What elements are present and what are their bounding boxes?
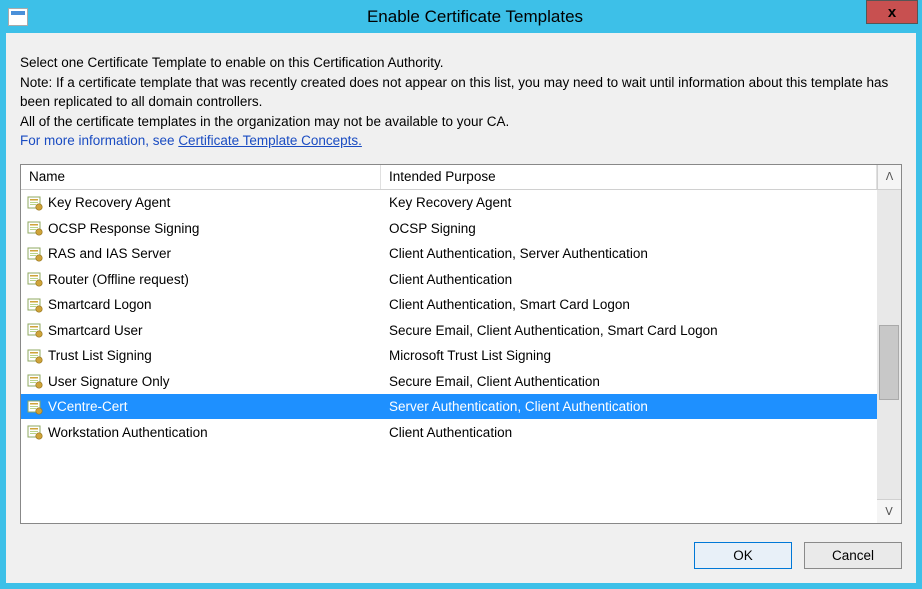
listview-header: Name Intended Purpose ᐱ [21, 165, 901, 190]
titlebar[interactable]: Enable Certificate Templates x [0, 0, 922, 33]
cell-name: Workstation Authentication [21, 424, 381, 440]
cell-name: OCSP Response Signing [21, 220, 381, 236]
cell-purpose: Client Authentication, Server Authentica… [381, 246, 877, 261]
table-row[interactable]: Router (Offline request) Client Authentic… [21, 266, 877, 292]
template-name-label: Router (Offline request) [48, 272, 189, 287]
certificate-template-icon [27, 195, 43, 211]
table-row[interactable]: OCSP Response Signing OCSP Signing [21, 215, 877, 241]
template-name-label: Trust List Signing [48, 348, 152, 363]
close-button[interactable]: x [866, 0, 918, 24]
dialog-button-row: OK Cancel [20, 542, 902, 569]
certificate-template-icon [27, 348, 43, 364]
certificate-template-icon [27, 220, 43, 236]
certificate-template-icon [27, 322, 43, 338]
template-name-label: VCentre-Cert [48, 399, 128, 414]
template-name-label: User Signature Only [48, 374, 170, 389]
certificate-template-icon [27, 246, 43, 262]
instructions-line2: Note: If a certificate template that was… [20, 73, 902, 112]
cell-purpose: Secure Email, Client Authentication [381, 374, 877, 389]
close-icon: x [888, 4, 896, 21]
cell-name: RAS and IAS Server [21, 246, 381, 262]
cell-purpose: Server Authentication, Client Authentica… [381, 399, 877, 414]
certificate-template-icon [27, 297, 43, 313]
table-row[interactable]: RAS and IAS Server Client Authentication,… [21, 241, 877, 267]
cell-name: Trust List Signing [21, 348, 381, 364]
cell-purpose: Key Recovery Agent [381, 195, 877, 210]
instructions-line3: All of the certificate templates in the … [20, 112, 902, 132]
cell-purpose: Client Authentication [381, 425, 877, 440]
chevron-up-icon: ᐱ [886, 170, 894, 183]
template-name-label: Smartcard Logon [48, 297, 152, 312]
cell-purpose: Secure Email, Client Authentication, Sma… [381, 323, 877, 338]
cell-name: Router (Offline request) [21, 271, 381, 287]
template-name-label: RAS and IAS Server [48, 246, 171, 261]
certificate-template-icon [27, 399, 43, 415]
more-info-prefix: For more information, see [20, 133, 178, 148]
table-row[interactable]: Workstation Authentication Client Authent… [21, 419, 877, 445]
scrollbar-track[interactable] [877, 190, 901, 499]
table-row[interactable]: Smartcard User Secure Email, Client Authe… [21, 317, 877, 343]
scrollbar-thumb[interactable] [879, 325, 899, 400]
cancel-button[interactable]: Cancel [804, 542, 902, 569]
template-name-label: OCSP Response Signing [48, 221, 199, 236]
listview-rows: Key Recovery Agent Key Recovery Agent OCSP… [21, 190, 877, 523]
dialog-window: Enable Certificate Templates x Select on… [0, 0, 922, 589]
table-row[interactable]: Key Recovery Agent Key Recovery Agent [21, 190, 877, 216]
table-row[interactable]: VCentre-Cert Server Authentication, Clien… [21, 394, 877, 420]
cell-purpose: Client Authentication [381, 272, 877, 287]
cell-name: Key Recovery Agent [21, 195, 381, 211]
vertical-scrollbar[interactable]: ᐯ [877, 190, 901, 523]
template-name-label: Smartcard User [48, 323, 143, 338]
instructions-text: Select one Certificate Template to enabl… [20, 53, 902, 151]
table-row[interactable]: Smartcard Logon Client Authentication, Sm… [21, 292, 877, 318]
cell-name: User Signature Only [21, 373, 381, 389]
cell-name: VCentre-Cert [21, 399, 381, 415]
window-title: Enable Certificate Templates [28, 7, 922, 27]
cell-name: Smartcard User [21, 322, 381, 338]
table-row[interactable]: Trust List Signing Microsoft Trust List S… [21, 343, 877, 369]
template-listview[interactable]: Name Intended Purpose ᐱ Key Recovery Age… [20, 164, 902, 524]
chevron-down-icon: ᐯ [885, 505, 893, 518]
app-icon [8, 8, 28, 26]
column-header-purpose[interactable]: Intended Purpose [381, 165, 877, 189]
scroll-down-button[interactable]: ᐯ [877, 499, 901, 523]
dialog-client-area: Select one Certificate Template to enabl… [6, 33, 916, 583]
cell-purpose: Microsoft Trust List Signing [381, 348, 877, 363]
template-name-label: Workstation Authentication [48, 425, 208, 440]
listview-body: Key Recovery Agent Key Recovery Agent OCSP… [21, 190, 901, 523]
scroll-up-button[interactable]: ᐱ [877, 165, 901, 189]
cell-name: Smartcard Logon [21, 297, 381, 313]
cell-purpose: OCSP Signing [381, 221, 877, 236]
cell-purpose: Client Authentication, Smart Card Logon [381, 297, 877, 312]
more-info-link[interactable]: Certificate Template Concepts. [178, 133, 362, 148]
instructions-line1: Select one Certificate Template to enabl… [20, 53, 902, 73]
certificate-template-icon [27, 424, 43, 440]
certificate-template-icon [27, 271, 43, 287]
column-header-name[interactable]: Name [21, 165, 381, 189]
certificate-template-icon [27, 373, 43, 389]
table-row[interactable]: User Signature Only Secure Email, Client … [21, 368, 877, 394]
template-name-label: Key Recovery Agent [48, 195, 170, 210]
ok-button[interactable]: OK [694, 542, 792, 569]
